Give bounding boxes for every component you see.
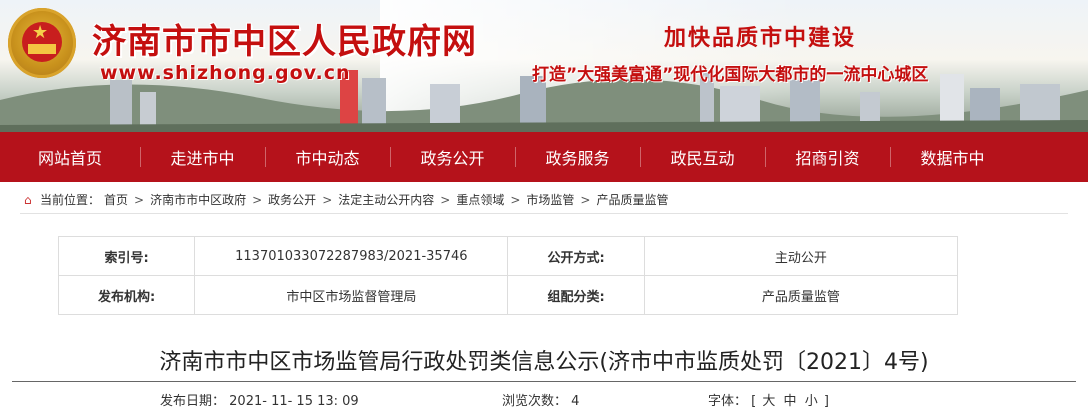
publisher-label: 发布机构: [57, 275, 196, 315]
breadcrumb-link-market[interactable]: 市场监管 [526, 191, 574, 208]
index-label: 索引号: [57, 236, 196, 276]
breadcrumb-link-home[interactable]: 首页 [104, 191, 128, 208]
breadcrumb-separator: > [252, 192, 263, 207]
nav-item-services[interactable]: 政务服务 [515, 132, 640, 182]
index-value: 11370103307228798​3/2021-35746 [194, 236, 509, 276]
breadcrumb-separator: > [440, 192, 451, 207]
breadcrumb: ⌂ 当前位置： 首页 > 济南市市中区政府 > 政务公开 > 法定主动公开内容 … [24, 191, 669, 208]
publish-date-value: 2021- 11- 15 13: 09 [229, 394, 359, 409]
breadcrumb-divider [20, 213, 1068, 214]
view-count-label: 浏览次数： [502, 394, 568, 409]
nav-item-data[interactable]: 数据市中 [890, 132, 1015, 182]
open-method-value: 主动公开 [643, 236, 959, 276]
nav-item-home[interactable]: 网站首页 [0, 132, 140, 182]
font-bracket-close: ] [823, 394, 829, 409]
breadcrumb-link-district-gov[interactable]: 济南市市中区政府 [150, 191, 246, 208]
gate-icon [28, 44, 56, 54]
main-nav: 网站首页 走进市中 市中动态 政务公开 政务服务 政民互动 招商引资 数据市中 [0, 132, 1088, 182]
open-method-label: 公开方式: [507, 236, 645, 276]
site-url: www.shizhong.gov.cn [100, 62, 351, 84]
breadcrumb-separator: > [580, 192, 591, 207]
breadcrumb-separator: > [134, 192, 145, 207]
breadcrumb-prefix: 当前位置： [40, 193, 101, 207]
nav-item-open-gov[interactable]: 政务公开 [390, 132, 515, 182]
site-title[interactable]: 济南市市中区人民政府网 [92, 14, 477, 63]
publisher-value: 市中区市场监督管理局 [194, 275, 509, 315]
publish-date: 发布日期： 2021- 11- 15 13: 09 [160, 390, 359, 409]
publish-date-label: 发布日期： [160, 394, 226, 409]
national-emblem-icon[interactable]: ★ [8, 8, 76, 78]
breadcrumb-separator: > [510, 192, 521, 207]
font-small-link[interactable]: 小 [805, 394, 818, 409]
font-size-label: 字体： [708, 394, 748, 409]
table-row: 发布机构: 市中区市场监督管理局 组配分类: 产品质量监管 [57, 275, 959, 315]
font-medium-link[interactable]: 中 [784, 394, 797, 409]
nav-item-about[interactable]: 走进市中 [140, 132, 265, 182]
breadcrumb-link-key-areas[interactable]: 重点领域 [456, 191, 504, 208]
title-divider [12, 381, 1076, 382]
breadcrumb-link-quality[interactable]: 产品质量监管 [596, 191, 668, 208]
slogan-main: 加快品质市中建设 [664, 26, 857, 51]
breadcrumb-separator: > [322, 192, 333, 207]
slogan-sub: 打造”大强美富通”现代化国际大都市的一流中心城区 [532, 65, 929, 85]
view-count: 浏览次数： 4 [502, 390, 579, 409]
breadcrumb-link-statutory[interactable]: 法定主动公开内容 [338, 191, 434, 208]
view-count-value: 4 [571, 394, 580, 409]
nav-item-investment[interactable]: 招商引资 [765, 132, 890, 182]
document-meta-table: 索引号: 11370103307228798​3/2021-35746 公开方式… [57, 236, 959, 315]
category-label: 组配分类: [507, 275, 645, 315]
nav-item-news[interactable]: 市中动态 [265, 132, 390, 182]
breadcrumb-link-open-gov[interactable]: 政务公开 [268, 191, 316, 208]
font-bracket-open: [ [751, 394, 757, 409]
star-icon: ★ [32, 22, 49, 43]
font-size-switcher: 字体： [ 大 中 小 ] [708, 390, 829, 409]
home-icon: ⌂ [24, 192, 32, 207]
header-banner: ★ 济南市市中区人民政府网 www.shizhong.gov.cn 加快品质市中… [0, 0, 1088, 132]
document-title: 济南市市中区市场监管局行政处罚类信息公示(济市中市监质处罚〔2021〕4号) [159, 350, 929, 375]
font-large-link[interactable]: 大 [762, 394, 775, 409]
category-value: 产品质量监管 [643, 275, 959, 315]
nav-item-interaction[interactable]: 政民互动 [640, 132, 765, 182]
table-row: 索引号: 11370103307228798​3/2021-35746 公开方式… [57, 236, 959, 276]
